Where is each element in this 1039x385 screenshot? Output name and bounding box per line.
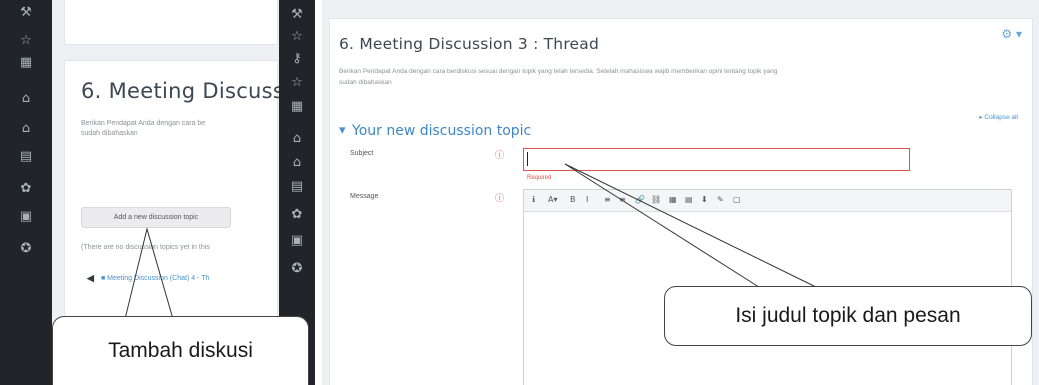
tool-icon[interactable]: ⚒	[18, 6, 34, 20]
star-icon[interactable]: ☆	[18, 34, 34, 48]
editor-toolbar: ℹ A▾ B I ≡ ≡ 🔗 ⛓ ▦ ▤ ⬇ ✎ ▢	[524, 190, 1011, 212]
card-description: Berikan Pendapat Anda dengan cara be	[81, 120, 206, 127]
link-icon[interactable]: 🔗	[635, 195, 645, 205]
media-icon[interactable]: ▤	[685, 195, 693, 205]
home-icon[interactable]: ⌂	[18, 92, 34, 106]
numbered-list-icon[interactable]: ≡	[619, 195, 626, 205]
record-icon[interactable]: ⬇	[701, 195, 708, 205]
required-error: Required	[527, 175, 552, 181]
font-size-icon[interactable]: A▾	[548, 195, 558, 205]
lock-icon[interactable]: ⚷	[289, 52, 305, 66]
previous-activity-link[interactable]: ■ Meeting Discussion (Chat) 4 - Th	[101, 275, 209, 282]
italic-icon[interactable]: I	[586, 195, 588, 205]
folder-icon[interactable]: ▣	[18, 210, 34, 224]
section-heading[interactable]: Your new discussion topic	[352, 123, 531, 139]
text-caret	[527, 152, 528, 166]
forum-title: 6. Meeting Discussion 3 : Thread	[339, 35, 600, 53]
chevron-down-icon[interactable]: ▾	[339, 123, 346, 138]
card-description-2: sudah dibahaskan	[81, 130, 138, 137]
previous-card	[64, 0, 278, 45]
required-icon: ⓘ	[495, 194, 505, 204]
dashboard-icon[interactable]: ⌂	[18, 122, 34, 136]
grid-icon[interactable]: ▤	[18, 150, 34, 164]
info-icon[interactable]: ℹ	[532, 195, 535, 205]
badge-icon[interactable]: ✿	[289, 208, 305, 222]
no-topics-text: (There are no discussion topics yet in t…	[81, 244, 210, 251]
bookmark-icon[interactable]: ☆	[289, 76, 305, 90]
star-icon[interactable]: ☆	[289, 30, 305, 44]
dashboard-icon[interactable]: ⌂	[289, 156, 305, 170]
grid-icon[interactable]: ▤	[289, 180, 305, 194]
calendar-icon[interactable]: ▦	[289, 100, 305, 114]
settings-icon[interactable]: ✪	[18, 242, 34, 256]
card-title: 6. Meeting Discussio	[81, 79, 304, 103]
required-icon: ⓘ	[495, 151, 505, 161]
subject-input[interactable]	[523, 148, 910, 171]
add-discussion-button[interactable]: Add a new discussion topic	[81, 207, 231, 228]
tool-icon[interactable]: ⚒	[289, 8, 305, 22]
edit-icon[interactable]: ✎	[717, 195, 724, 205]
home-icon[interactable]: ⌂	[289, 132, 305, 146]
badge-icon[interactable]: ✿	[18, 182, 34, 196]
bold-icon[interactable]: B	[570, 195, 576, 205]
gear-icon[interactable]: ⚙ ▾	[1001, 27, 1022, 41]
list-icon[interactable]: ≡	[604, 195, 611, 205]
callout-fill-topic: Isi judul topik dan pesan	[664, 286, 1032, 346]
settings-icon[interactable]: ✪	[289, 262, 305, 276]
calendar-icon[interactable]: ▦	[18, 56, 34, 70]
collapse-all-link[interactable]: ▸ Collapse all	[979, 113, 1018, 121]
callout-add-discussion: Tambah diskusi	[52, 316, 309, 385]
previous-arrow-icon[interactable]: ◀	[87, 273, 94, 284]
forum-description-2: sudah dibahaskan	[339, 79, 392, 86]
image-icon[interactable]: ▦	[669, 195, 677, 205]
unlink-icon[interactable]: ⛓	[651, 195, 661, 205]
folder-icon[interactable]: ▣	[289, 234, 305, 248]
forum-description: Berikan Pendapat Anda dengan cara berdis…	[339, 68, 778, 75]
left-sidebar: ⚒ ☆ ▦ ⌂ ⌂ ▤ ✿ ▣ ✪	[0, 0, 52, 385]
message-label: Message	[350, 193, 379, 200]
expand-icon[interactable]: ▢	[733, 195, 741, 205]
subject-label: Subject	[350, 150, 374, 157]
